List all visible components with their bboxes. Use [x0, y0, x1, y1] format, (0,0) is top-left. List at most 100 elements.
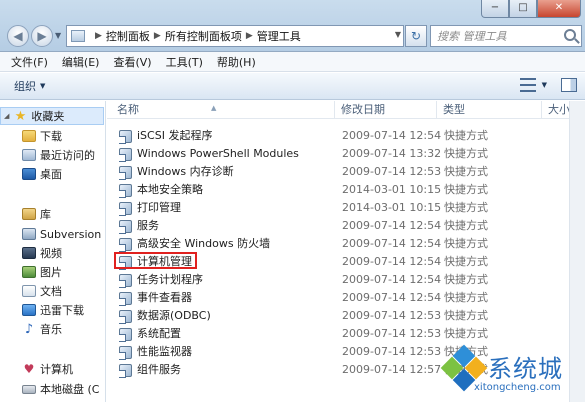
file-name: 组件服务	[137, 363, 181, 376]
file-date: 2009-07-14 12:53	[342, 345, 442, 358]
file-date: 2009-07-14 12:54	[342, 237, 442, 250]
file-date: 2009-07-14 13:32	[342, 147, 442, 160]
file-name: 服务	[137, 219, 159, 232]
view-controls: ▼	[519, 78, 577, 92]
nav-downloads[interactable]: 下载	[22, 127, 62, 145]
breadcrumb-admin-tools[interactable]: 管理工具	[257, 28, 301, 44]
nav-computer-label: 计算机	[40, 363, 73, 376]
file-name: iSCSI 发起程序	[137, 129, 213, 142]
chevron-right-icon[interactable]: ▶	[95, 31, 102, 41]
music-icon: ♪	[24, 321, 34, 337]
subversion-icon	[22, 228, 36, 240]
shortcut-icon	[119, 345, 132, 360]
search-input[interactable]	[437, 29, 557, 43]
search-icon[interactable]	[564, 29, 576, 41]
file-type: 快捷方式	[444, 309, 488, 322]
file-date: 2009-07-14 12:54	[342, 255, 442, 268]
view-details-icon[interactable]	[519, 78, 536, 92]
shortcut-icon	[119, 273, 132, 288]
nav-computer[interactable]: ♥ 计算机	[22, 360, 73, 378]
forward-button[interactable]: ▶	[31, 25, 53, 47]
table-row[interactable]: 事件查看器 2009-07-14 12:54 快捷方式	[111, 289, 581, 307]
nav-local-disk[interactable]: 本地磁盘 (C	[22, 380, 99, 398]
column-header-type[interactable]: 类型	[437, 101, 542, 119]
video-icon	[22, 247, 36, 259]
nav-desktop[interactable]: 桌面	[22, 165, 62, 183]
column-header-date[interactable]: 修改日期	[335, 101, 437, 119]
picture-icon	[22, 266, 36, 278]
file-type: 快捷方式	[444, 129, 488, 142]
table-row[interactable]: Windows 内存诊断 2009-07-14 12:53 快捷方式	[111, 163, 581, 181]
table-row[interactable]: Windows PowerShell Modules 2009-07-14 13…	[111, 145, 581, 163]
file-name: 性能监视器	[137, 345, 192, 358]
file-name: 高级安全 Windows 防火墙	[137, 237, 271, 250]
maximize-button[interactable]: □	[509, 0, 537, 18]
title-bar: − □ ✕ ◀ ▶ ▼ ▶ 控制面板 ▶ 所有控制面板项 ▶ 管理工具 ▼ ↻	[0, 0, 585, 52]
watermark-site: xitongcheng.com	[474, 382, 561, 393]
table-row[interactable]: 数据源(ODBC) 2009-07-14 12:53 快捷方式	[111, 307, 581, 325]
chevron-down-icon[interactable]: ▼	[395, 30, 401, 39]
breadcrumb-all-items[interactable]: 所有控制面板项	[165, 28, 242, 44]
nav-documents[interactable]: 文档	[22, 282, 62, 300]
nav-local-disk-label: 本地磁盘 (C	[40, 383, 100, 396]
table-row[interactable]: 任务计划程序 2009-07-14 12:54 快捷方式	[111, 271, 581, 289]
column-name-label: 名称	[117, 103, 139, 116]
file-name: Windows 内存诊断	[137, 165, 234, 178]
file-date: 2009-07-14 12:54	[342, 291, 442, 304]
menu-file[interactable]: 文件(F)	[4, 54, 55, 70]
file-name: 系统配置	[137, 327, 181, 340]
table-row[interactable]: 系统配置 2009-07-14 12:53 快捷方式	[111, 325, 581, 343]
address-bar[interactable]: ▶ 控制面板 ▶ 所有控制面板项 ▶ 管理工具 ▼	[66, 25, 404, 47]
refresh-button[interactable]: ↻	[405, 25, 427, 47]
breadcrumb-control-panel[interactable]: 控制面板	[106, 28, 150, 44]
nav-music-label: 音乐	[40, 323, 62, 336]
file-date: 2009-07-14 12:54	[342, 219, 442, 232]
nav-libraries[interactable]: 库	[22, 205, 51, 223]
nav-documents-label: 文档	[40, 285, 62, 298]
shortcut-icon	[119, 219, 132, 234]
file-date: 2009-07-14 12:54	[342, 273, 442, 286]
nav-thunder[interactable]: 迅雷下载	[22, 301, 84, 319]
computer-icon: ♥	[23, 362, 35, 376]
preview-pane-icon[interactable]	[561, 78, 577, 92]
back-button[interactable]: ◀	[7, 25, 29, 47]
chevron-down-icon[interactable]: ◢	[4, 112, 9, 120]
command-bar: 组织 ▼ ▼	[0, 73, 585, 100]
file-date: 2009-07-14 12:53	[342, 327, 442, 340]
chevron-down-icon[interactable]: ▼	[542, 81, 547, 89]
table-row[interactable]: 高级安全 Windows 防火墙 2009-07-14 12:54 快捷方式	[111, 235, 581, 253]
hard-disk-icon	[22, 384, 36, 394]
nav-favorites[interactable]: ◢ ★ 收藏夹	[0, 107, 104, 125]
file-type: 快捷方式	[444, 237, 488, 250]
nav-downloads-label: 下载	[40, 130, 62, 143]
menu-edit[interactable]: 编辑(E)	[55, 54, 107, 70]
chevron-right-icon[interactable]: ▶	[246, 31, 253, 41]
refresh-icon: ↻	[410, 29, 422, 43]
nav-music[interactable]: ♪ 音乐	[22, 320, 62, 338]
menu-tools[interactable]: 工具(T)	[159, 54, 210, 70]
organize-button[interactable]: 组织 ▼	[14, 78, 45, 94]
search-box[interactable]	[430, 25, 582, 47]
nav-pictures-label: 图片	[40, 266, 62, 279]
file-name: 数据源(ODBC)	[137, 309, 211, 322]
menu-help[interactable]: 帮助(H)	[210, 54, 263, 70]
table-row[interactable]: 服务 2009-07-14 12:54 快捷方式	[111, 217, 581, 235]
close-button[interactable]: ✕	[537, 0, 581, 18]
shortcut-icon	[119, 309, 132, 324]
nav-videos[interactable]: 视频	[22, 244, 62, 262]
table-row[interactable]: iSCSI 发起程序 2009-07-14 12:54 快捷方式	[111, 127, 581, 145]
nav-recent[interactable]: 最近访问的	[22, 146, 95, 164]
file-name: 事件查看器	[137, 291, 192, 304]
menu-view[interactable]: 查看(V)	[106, 54, 158, 70]
chevron-right-icon[interactable]: ▶	[154, 31, 161, 41]
column-header-name[interactable]: ▲ 名称	[111, 101, 335, 119]
minimize-button[interactable]: −	[481, 0, 509, 18]
table-row[interactable]: 本地安全策略 2014-03-01 10:15 快捷方式	[111, 181, 581, 199]
recent-pages-dropdown[interactable]: ▼	[55, 31, 61, 40]
column-header-row: ▲ 名称 修改日期 类型 大小	[107, 101, 585, 119]
nav-subversion[interactable]: Subversion	[22, 225, 101, 243]
nav-desktop-label: 桌面	[40, 168, 62, 181]
table-row[interactable]: 打印管理 2014-03-01 10:15 快捷方式	[111, 199, 581, 217]
nav-pictures[interactable]: 图片	[22, 263, 62, 281]
library-icon	[22, 208, 36, 220]
